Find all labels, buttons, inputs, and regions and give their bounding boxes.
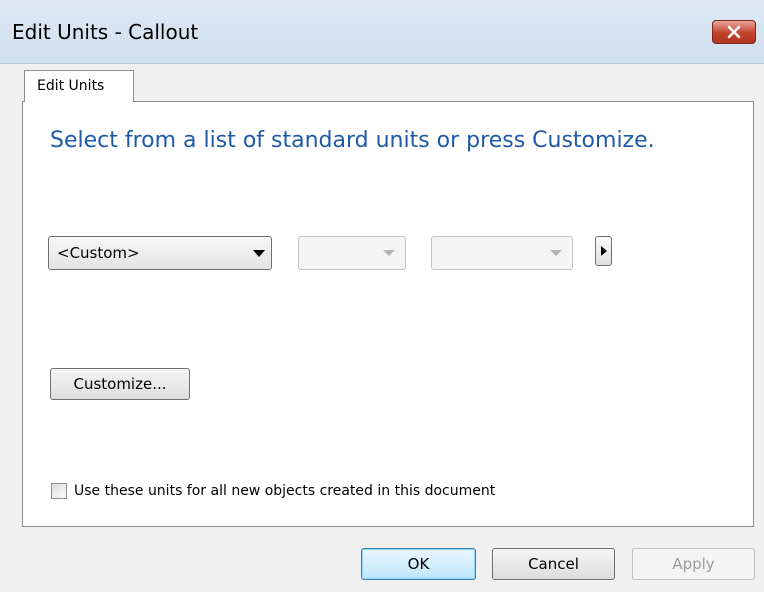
window-title: Edit Units - Callout (12, 20, 199, 44)
chevron-right-icon (601, 246, 607, 256)
expand-button[interactable] (595, 236, 612, 266)
close-button[interactable] (712, 20, 756, 44)
tab-edit-units[interactable]: Edit Units (24, 70, 134, 102)
dialog-window: Edit Units - Callout Edit Units Select f… (0, 0, 764, 592)
instruction-heading: Select from a list of standard units or … (50, 128, 655, 153)
tab-edit-units-label: Edit Units (37, 78, 105, 94)
chevron-down-icon (383, 250, 395, 256)
ok-button[interactable]: OK (361, 548, 476, 580)
second-unit-select[interactable] (298, 236, 406, 270)
title-bar[interactable]: Edit Units - Callout (0, 0, 764, 64)
close-icon (727, 25, 741, 39)
tab-panel (22, 101, 754, 527)
cancel-button[interactable]: Cancel (492, 548, 615, 580)
use-units-checkbox-label[interactable]: Use these units for all new objects crea… (74, 483, 495, 499)
unit-select[interactable]: <Custom> (48, 236, 272, 270)
use-units-checkbox[interactable] (51, 483, 67, 499)
third-unit-select[interactable] (431, 236, 573, 270)
chevron-down-icon (550, 250, 562, 256)
unit-select-value: <Custom> (57, 244, 140, 262)
customize-button[interactable]: Customize... (50, 368, 190, 400)
chevron-down-icon (253, 250, 265, 257)
apply-button[interactable]: Apply (632, 548, 755, 580)
